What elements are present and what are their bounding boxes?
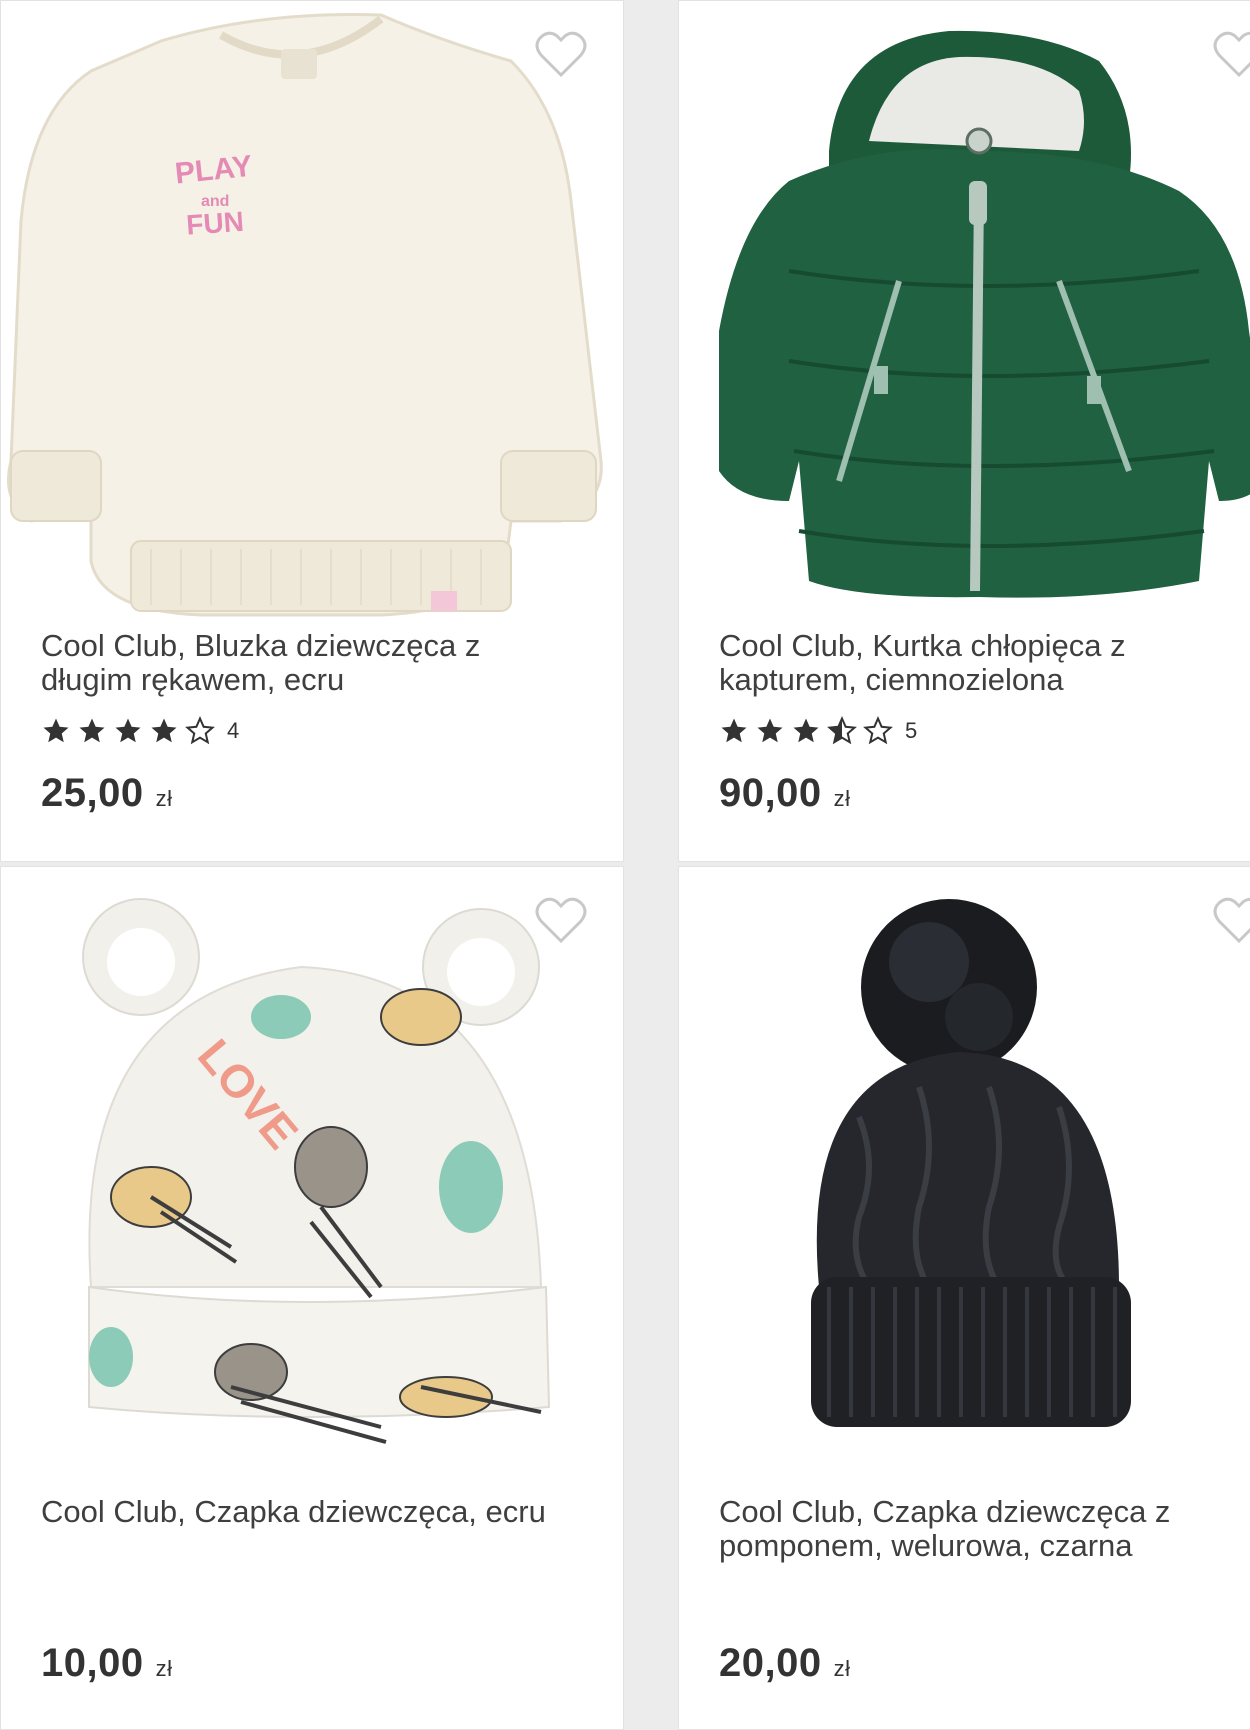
star-empty-icon <box>863 716 893 745</box>
star-full-icon <box>43 718 69 743</box>
star-full-icon <box>79 718 105 743</box>
jacket-icon <box>719 30 1250 598</box>
price-currency: zł <box>833 786 851 811</box>
product-card[interactable]: LOVE Cool Club, Czapka dziewczęca, ecru … <box>0 866 624 1730</box>
favorite-heart-icon[interactable] <box>535 31 587 79</box>
star-full-icon <box>721 718 747 743</box>
product-price: 10,00 zł <box>41 1641 173 1686</box>
favorite-heart-icon[interactable] <box>535 897 587 945</box>
price-currency: zł <box>155 1656 173 1681</box>
price-currency: zł <box>833 1656 851 1681</box>
star-full-icon <box>151 718 177 743</box>
star-half-icon <box>827 716 857 745</box>
product-card[interactable]: Cool Club, Kurtka chłopięca z kapturem, … <box>678 0 1250 862</box>
product-rating: 5 <box>719 713 917 749</box>
product-title[interactable]: Cool Club, Czapka dziewczęca z pomponem,… <box>719 1495 1239 1563</box>
rating-count: 4 <box>227 718 240 743</box>
rating-count: 5 <box>905 718 918 743</box>
price-value: 10,00 <box>41 1641 144 1685</box>
product-title[interactable]: Cool Club, Kurtka chłopięca z kapturem, … <box>719 629 1239 697</box>
svg-text:FUN: FUN <box>185 206 245 241</box>
favorite-heart-icon[interactable] <box>1213 31 1250 79</box>
hat-icon: LOVE <box>82 898 551 1444</box>
star-full-icon <box>793 718 819 743</box>
product-card[interactable]: PLAY and FUN Cool Club, Bluzka dziewczęc… <box>0 0 624 862</box>
product-price: 20,00 zł <box>719 1641 851 1686</box>
product-rating: 4 <box>41 713 239 749</box>
price-value: 25,00 <box>41 771 144 815</box>
product-image[interactable]: PLAY and FUN <box>1 1 623 621</box>
price-currency: zł <box>155 786 173 811</box>
product-price: 25,00 zł <box>41 771 173 816</box>
product-price: 90,00 zł <box>719 771 851 816</box>
product-card[interactable]: Cool Club, Czapka dziewczęca z pomponem,… <box>678 866 1250 1730</box>
sweatshirt-icon: PLAY and FUN <box>7 13 603 617</box>
product-image[interactable] <box>679 867 1250 1487</box>
star-full-icon <box>115 718 141 743</box>
product-title[interactable]: Cool Club, Czapka dziewczęca, ecru <box>41 1495 561 1529</box>
price-value: 20,00 <box>719 1641 822 1685</box>
product-image[interactable]: LOVE <box>1 867 623 1487</box>
pompom-hat-icon <box>811 899 1131 1427</box>
price-value: 90,00 <box>719 771 822 815</box>
product-title[interactable]: Cool Club, Bluzka dziewczęca z długim rę… <box>41 629 561 697</box>
star-full-icon <box>757 718 783 743</box>
product-image[interactable] <box>679 1 1250 621</box>
favorite-heart-icon[interactable] <box>1213 897 1250 945</box>
star-empty-icon <box>185 716 215 745</box>
